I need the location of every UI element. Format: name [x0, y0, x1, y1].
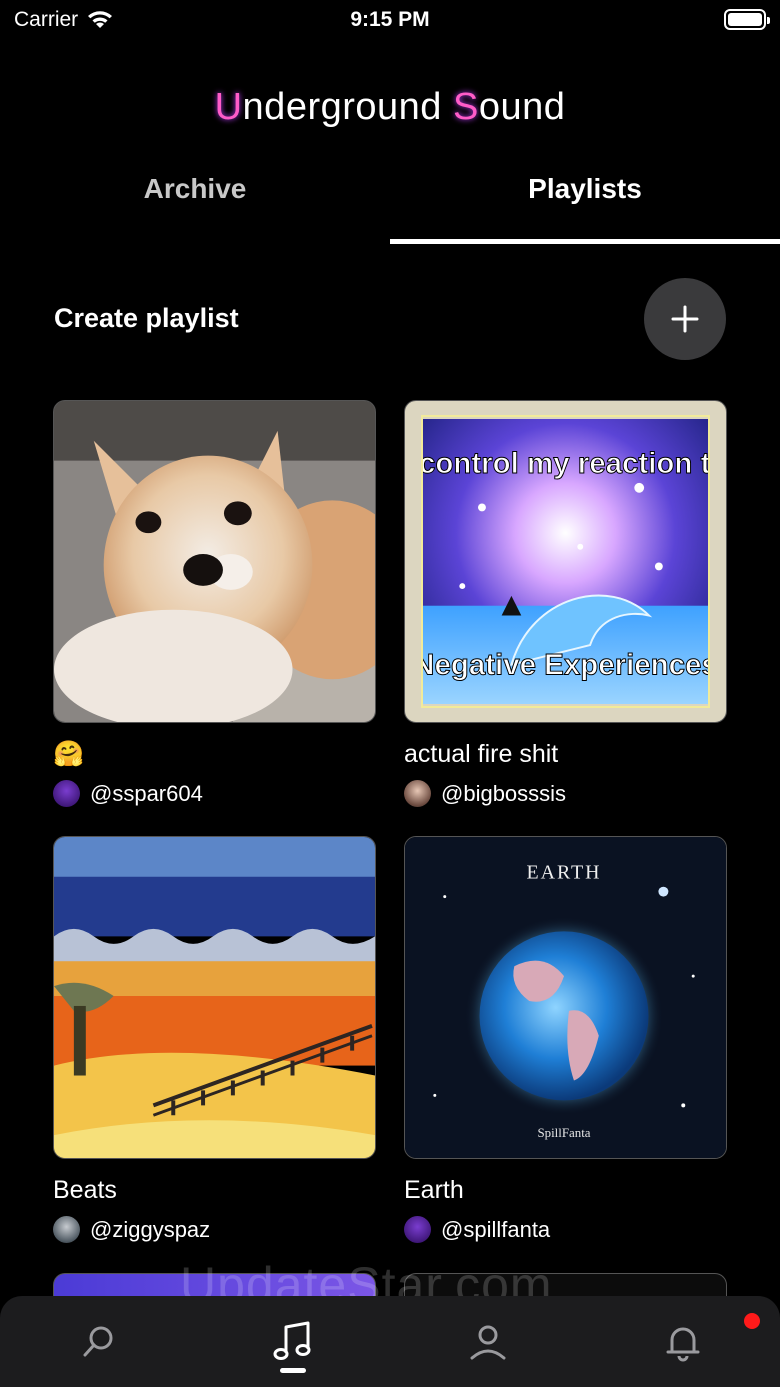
- earth-cover-title: EARTH: [527, 862, 602, 884]
- avatar: [53, 1216, 80, 1243]
- active-tab-indicator: [390, 239, 780, 244]
- playlist-cover-earth[interactable]: EARTH SpillFanta: [404, 836, 727, 1159]
- person-icon: [470, 1325, 505, 1359]
- tabbar-library[interactable]: [195, 1296, 390, 1387]
- playlist-owner[interactable]: @sspar604: [53, 780, 376, 807]
- playlist-card[interactable]: 🤗 @sspar604: [53, 400, 376, 807]
- search-icon: [83, 1326, 112, 1356]
- tabbar-notifications[interactable]: [585, 1296, 780, 1387]
- playlist-cover-chihuahua[interactable]: [53, 400, 376, 723]
- notification-badge: [744, 1313, 760, 1329]
- music-note-icon: [273, 1321, 310, 1360]
- dolphin-meme-image: I control my reaction to Negative Experi…: [421, 415, 710, 708]
- playlist-card[interactable]: EARTH SpillFanta Earth @spillfanta: [404, 836, 727, 1243]
- owner-handle: @sspar604: [90, 780, 203, 806]
- playlist-title: actual fire shit: [404, 740, 559, 768]
- landscape-painting-image: [54, 837, 375, 1158]
- playlist-owner[interactable]: @spillfanta: [404, 1216, 727, 1243]
- owner-handle: @bigbosssis: [441, 780, 567, 806]
- plus-icon: [671, 305, 699, 333]
- owner-handle: @ziggyspaz: [90, 1216, 211, 1242]
- avatar: [404, 780, 431, 807]
- tab-playlists[interactable]: Playlists: [390, 160, 780, 244]
- playlist-cover-painting[interactable]: [53, 836, 376, 1159]
- playlist-card[interactable]: Beats @ziggyspaz: [53, 836, 376, 1243]
- title-letter-u: U: [214, 86, 243, 128]
- earth-art-image: EARTH SpillFanta: [405, 837, 726, 1158]
- create-playlist-row: Create playlist: [54, 278, 726, 360]
- segment-tabs: Archive Playlists: [0, 160, 780, 244]
- app-title: Underground Sound: [0, 86, 780, 129]
- playlist-title: 🤗: [53, 740, 85, 768]
- title-letter-s: S: [452, 86, 479, 128]
- chihuahua-image: [54, 401, 375, 722]
- bottom-tab-bar: [0, 1296, 780, 1387]
- battery-icon: [724, 9, 770, 30]
- playlist-title: Beats: [53, 1176, 117, 1204]
- earth-cover-credit: SpillFanta: [537, 1125, 590, 1140]
- title-part-end: ound: [478, 86, 566, 128]
- status-bar: Carrier 9:15 PM: [0, 0, 780, 40]
- playlist-card[interactable]: I control my reaction to Negative Experi…: [404, 400, 727, 807]
- meme-bottom-text: Negative Experiences: [421, 649, 710, 682]
- create-playlist-label: Create playlist: [54, 303, 239, 333]
- avatar: [53, 780, 80, 807]
- owner-handle: @spillfanta: [441, 1216, 551, 1242]
- tab-archive[interactable]: Archive: [0, 160, 390, 244]
- title-part: nderground: [242, 86, 453, 128]
- playlist-owner[interactable]: @bigbosssis: [404, 780, 727, 807]
- playlist-title: Earth: [404, 1176, 464, 1204]
- playlist-owner[interactable]: @ziggyspaz: [53, 1216, 376, 1243]
- meme-top-text: I control my reaction to: [421, 447, 710, 480]
- bell-icon: [666, 1327, 699, 1361]
- create-playlist-button[interactable]: [644, 278, 726, 360]
- tabbar-profile[interactable]: [390, 1296, 585, 1387]
- clock: 9:15 PM: [350, 8, 430, 31]
- avatar: [404, 1216, 431, 1243]
- playlist-cover-dolphin-meme[interactable]: I control my reaction to Negative Experi…: [404, 400, 727, 723]
- active-tab-marker: [280, 1368, 306, 1373]
- tabbar-search[interactable]: [0, 1296, 195, 1387]
